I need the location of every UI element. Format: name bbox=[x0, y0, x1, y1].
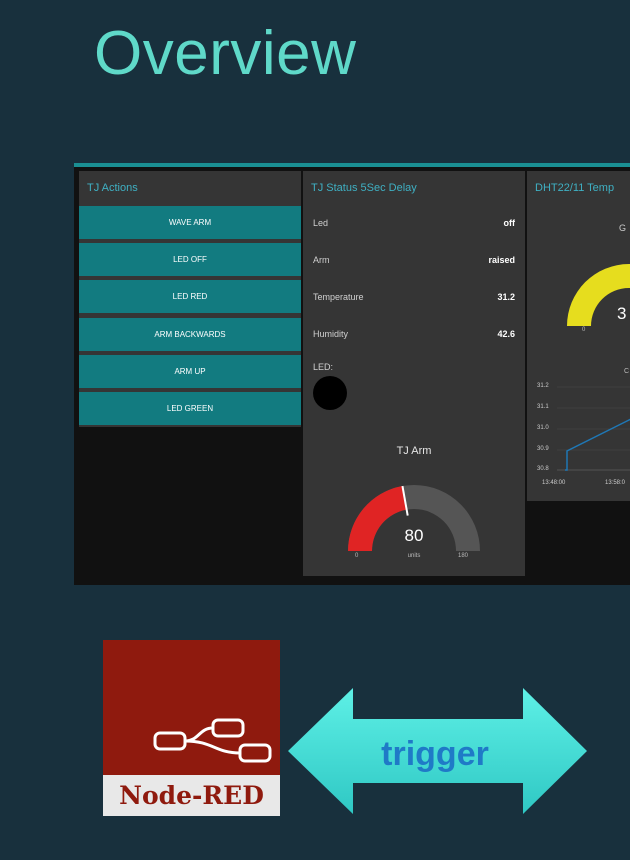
slide-title: Overview bbox=[94, 19, 357, 88]
actions-card-title: TJ Actions bbox=[87, 182, 138, 194]
arm-gauge-max: 180 bbox=[458, 553, 469, 559]
dht-gauge-min: 0 bbox=[582, 327, 586, 333]
trigger-label: trigger bbox=[381, 735, 489, 773]
arm-gauge-title: TJ Arm bbox=[396, 445, 432, 457]
arm-up-button[interactable]: ARM UP bbox=[79, 355, 301, 388]
led-indicator bbox=[313, 376, 347, 410]
status-label-led: Led bbox=[313, 218, 329, 228]
led-red-button[interactable]: LED RED bbox=[79, 280, 301, 313]
status-card: TJ Status 5Sec Delay Led off Arm raised … bbox=[303, 171, 525, 576]
status-card-title: TJ Status 5Sec Delay bbox=[311, 182, 417, 194]
node-red-logo: Node-RED bbox=[103, 640, 280, 816]
arm-gauge-value: 80 bbox=[404, 526, 424, 545]
status-label-temperature: Temperature bbox=[313, 292, 364, 302]
arm-backwards-button[interactable]: ARM BACKWARDS bbox=[79, 318, 301, 351]
dht-chart-xtick: 13:58:0 bbox=[605, 480, 626, 486]
arm-gauge-units: units bbox=[407, 553, 421, 559]
status-label-arm: Arm bbox=[313, 255, 330, 265]
led-off-button[interactable]: LED OFF bbox=[79, 243, 301, 276]
dht-chart-series-line bbox=[565, 418, 630, 471]
arm-gauge-min: 0 bbox=[355, 553, 359, 559]
dht-chart-xtick: 13:48:00 bbox=[542, 480, 566, 486]
node-red-flow-icon bbox=[153, 718, 272, 763]
status-label-humidity: Humidity bbox=[313, 329, 349, 339]
dht-line-chart bbox=[557, 386, 630, 471]
actions-card: TJ Actions WAVE ARM LED OFF LED RED ARM … bbox=[79, 171, 301, 427]
status-value-temperature: 31.2 bbox=[497, 292, 515, 302]
wave-arm-button[interactable]: WAVE ARM bbox=[79, 206, 301, 239]
led-green-button[interactable]: LED GREEN bbox=[79, 392, 301, 425]
node-red-logo-text: Node-RED bbox=[119, 781, 264, 810]
dht-gauge bbox=[567, 264, 630, 326]
status-value-humidity: 42.6 bbox=[497, 329, 515, 339]
status-value-arm: raised bbox=[488, 255, 515, 265]
status-value-led: off bbox=[503, 218, 516, 228]
dht-chart-label: C bbox=[624, 368, 630, 375]
dht-card-title: DHT22/11 Temp bbox=[535, 182, 615, 194]
dashboard-panel: TJ Actions WAVE ARM LED OFF LED RED ARM … bbox=[74, 167, 630, 585]
led-indicator-label: LED: bbox=[313, 362, 334, 372]
dht-gauge-value: 3 bbox=[617, 304, 627, 323]
arm-gauge bbox=[348, 485, 480, 551]
dht-card: DHT22/11 Temp G 3 0 C 31.2 31.1 31.0 30.… bbox=[527, 171, 630, 501]
dht-gauge-label: G bbox=[619, 223, 627, 233]
